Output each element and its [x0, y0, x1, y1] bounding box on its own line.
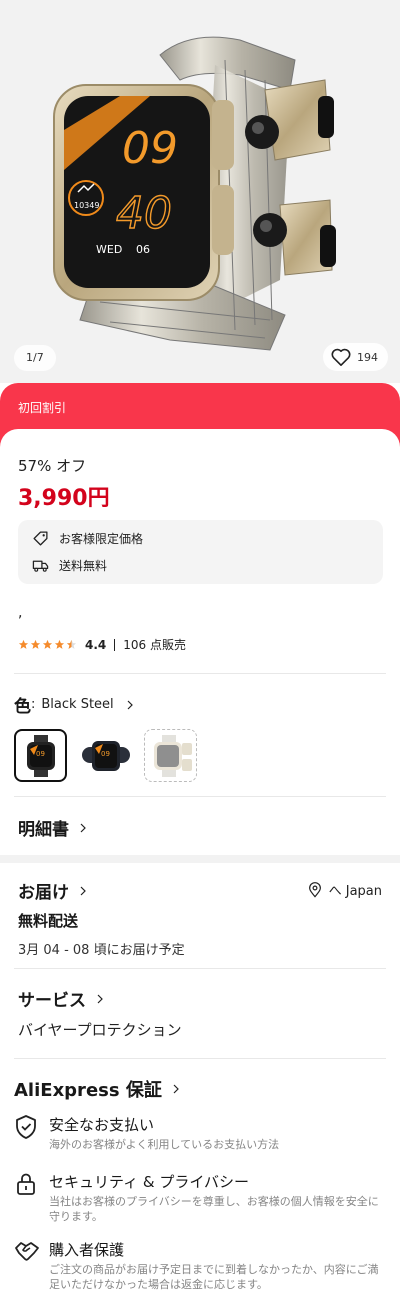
divider	[14, 968, 386, 969]
star-half-icon	[66, 639, 77, 649]
tag-icon	[33, 531, 48, 546]
chevron-right-icon	[173, 1084, 179, 1094]
benefit-item: 送料無料	[32, 557, 107, 574]
color-label: 色	[14, 697, 31, 717]
rating-row[interactable]: 4.4 106 点販売	[18, 636, 186, 653]
chevron-right-icon	[80, 886, 86, 895]
color-swatch-black-steel[interactable]: 09	[14, 729, 67, 782]
guarantee-label: AliExpress 保証	[14, 1080, 162, 1101]
watch-day: 06	[136, 243, 150, 256]
color-swatch-black[interactable]: 09	[79, 729, 132, 782]
divider	[14, 796, 386, 797]
shipping-method: 無料配送	[18, 912, 79, 930]
lock-icon	[17, 1173, 35, 1195]
watch-minute: 40	[116, 188, 172, 239]
divider	[14, 1058, 386, 1059]
handshake-icon	[15, 1242, 39, 1261]
watch-steps: 10349	[74, 201, 99, 210]
wishlist-button[interactable]: 194	[323, 343, 388, 371]
watch-thumbnail	[153, 734, 192, 777]
color-value: Black Steel	[41, 697, 114, 712]
rating-separator	[114, 638, 116, 651]
guarantee-item-desc: 当社はお客様のプライバシーを尊重し、お客様の個人情報を安全に守ります。	[49, 1195, 379, 1223]
watch-thumbnail: 09	[81, 740, 130, 771]
star-icon	[42, 639, 53, 649]
divider	[14, 673, 386, 674]
service-header[interactable]: サービス	[18, 986, 106, 1011]
chevron-right-icon	[80, 823, 86, 832]
guarantee-item-desc: ご注文の商品がお届け予定日までに到着しなかったか、内容にご満足いただけなかった場…	[49, 1263, 379, 1291]
chevron-right-icon	[127, 700, 133, 709]
shipping-location: へ Japan	[328, 884, 382, 899]
benefit-item: お客様限定価格	[32, 530, 143, 547]
product-image-gallery[interactable]: 09 40 10349 WED 06 1/7 194	[0, 0, 400, 383]
section-divider	[0, 855, 400, 863]
benefit-label: お客様限定価格	[59, 532, 144, 546]
shipping-header[interactable]: お届け	[18, 878, 89, 903]
specifications-link[interactable]: 明細書	[18, 815, 89, 840]
star-icon	[18, 639, 29, 649]
watch-weekday: WED	[96, 243, 122, 256]
sold-count: 106 点販売	[123, 638, 186, 652]
shipping-destination[interactable]: へ Japan	[307, 880, 382, 899]
service-label: サービス	[18, 991, 86, 1011]
watch-hour: 09	[122, 123, 178, 174]
guarantee-header[interactable]: AliExpress 保証	[14, 1076, 182, 1102]
star-icon	[30, 639, 41, 649]
guarantee-item-title: 安全なお支払い	[49, 1116, 155, 1134]
product-title: ,	[18, 605, 23, 621]
benefits-box: お客様限定価格 送料無料	[18, 520, 383, 584]
color-selector-header[interactable]: 色: Black Steel	[14, 692, 136, 717]
image-page-counter: 1/7	[14, 345, 56, 371]
delivery-date: 3月 04 - 08 頃にお届け予定	[18, 943, 185, 958]
guarantee-item-title: セキュリティ & プライバシー	[49, 1173, 250, 1191]
price: 3,990円	[18, 486, 110, 511]
svg-text:09: 09	[36, 750, 45, 758]
guarantee-item-desc: 海外のお客様がよく利用しているお支払い方法	[49, 1138, 280, 1151]
rating-value: 4.4	[85, 637, 107, 652]
promo-label: 初回割引	[18, 401, 67, 415]
star-icon	[54, 639, 65, 649]
benefit-label: 送料無料	[59, 559, 108, 573]
color-separator: :	[31, 697, 36, 712]
wishlist-count: 194	[357, 350, 378, 364]
watch-thumbnail: 09	[26, 734, 55, 777]
star-rating	[18, 639, 77, 650]
location-pin-icon	[308, 881, 321, 898]
heart-icon	[331, 348, 351, 366]
color-swatches: 09 09	[14, 729, 197, 782]
truck-icon	[32, 560, 49, 572]
chevron-right-icon	[97, 994, 103, 1003]
specifications-label: 明細書	[18, 820, 69, 840]
svg-text:09: 09	[101, 750, 110, 758]
shipping-label: お届け	[18, 883, 69, 903]
shield-check-icon	[16, 1115, 36, 1139]
service-item: バイヤープロテクション	[18, 1021, 182, 1039]
discount-label: 57% オフ	[18, 457, 87, 475]
product-image: 09 40 10349 WED 06	[53, 36, 336, 351]
color-swatch-silver[interactable]	[144, 729, 197, 782]
guarantee-item-title: 購入者保護	[49, 1241, 125, 1259]
